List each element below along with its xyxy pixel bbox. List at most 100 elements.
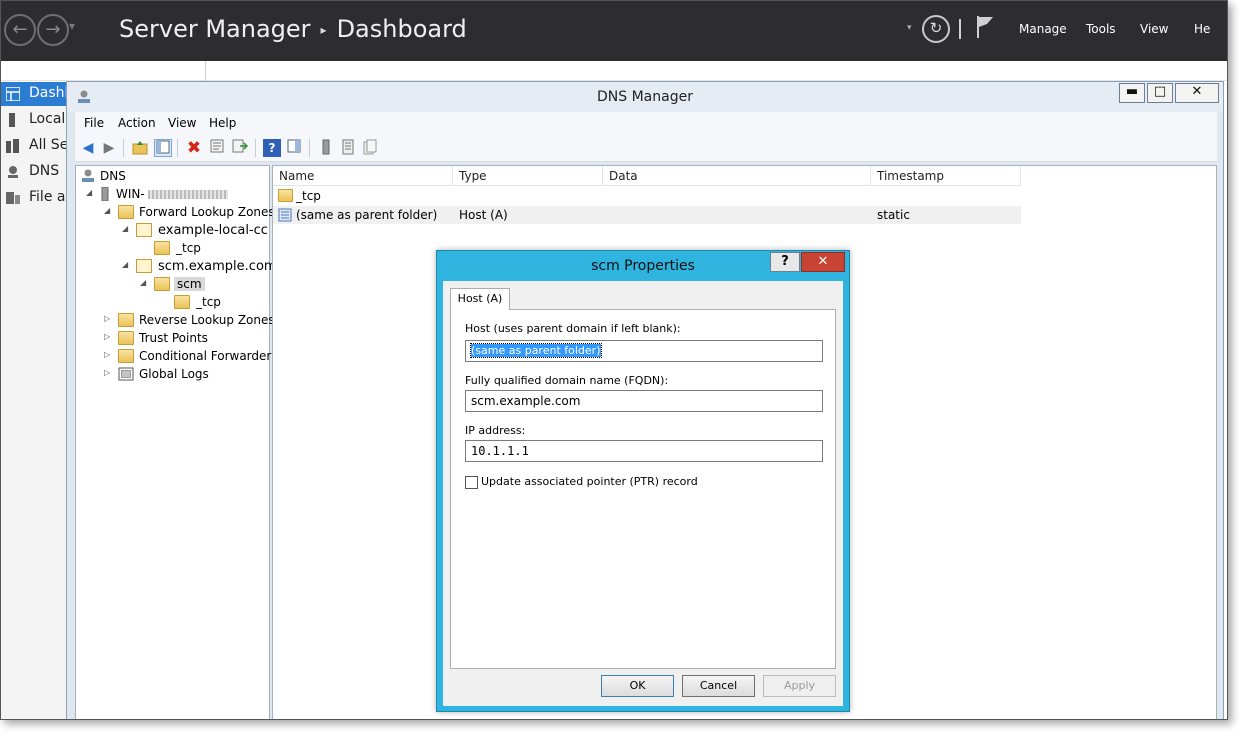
- export-list-icon[interactable]: [231, 139, 249, 157]
- dialog-close-button[interactable]: ✕: [801, 252, 845, 272]
- nav-item-file-storage[interactable]: File ar: [1, 186, 67, 210]
- menu-help[interactable]: Help: [209, 116, 236, 130]
- record-timestamp: static: [877, 208, 910, 222]
- tab-host-a[interactable]: Host (A): [450, 288, 510, 310]
- event-log-icon: [118, 367, 134, 381]
- nav-item-dns[interactable]: DNS: [1, 160, 67, 184]
- notifications-flag-icon[interactable]: [975, 15, 995, 39]
- copy-records-icon[interactable]: [361, 139, 379, 157]
- nav-item-dashboard[interactable]: Dashb: [1, 82, 67, 106]
- server-icon[interactable]: [317, 139, 335, 157]
- ip-label: IP address:: [465, 424, 526, 437]
- folder-icon: [174, 295, 190, 309]
- help-icon[interactable]: ?: [263, 139, 281, 157]
- record-list-icon[interactable]: [339, 139, 357, 157]
- properties-icon[interactable]: [208, 139, 226, 157]
- ip-address-input[interactable]: 10.1.1.1: [465, 440, 823, 462]
- tab-panel: Host (uses parent domain if left blank):…: [450, 309, 836, 669]
- tree-node-zone-scm[interactable]: ◢ scm.example.com: [122, 258, 277, 276]
- folder-icon: [118, 349, 134, 363]
- expanded-triangle-icon[interactable]: ◢: [122, 260, 132, 269]
- maximize-button[interactable]: □: [1147, 83, 1173, 103]
- back-icon[interactable]: ◀: [79, 139, 97, 157]
- refresh-icon[interactable]: ↻: [922, 15, 950, 43]
- apply-button[interactable]: Apply: [763, 675, 836, 697]
- collapsed-triangle-icon[interactable]: ▷: [104, 350, 114, 359]
- refresh-dropdown-icon[interactable]: ▾: [907, 23, 912, 33]
- nav-item-local-server[interactable]: Local: [1, 108, 67, 132]
- expanded-triangle-icon[interactable]: ◢: [86, 188, 96, 197]
- column-header-name[interactable]: Name: [273, 166, 453, 186]
- collapsed-triangle-icon[interactable]: ▷: [104, 314, 114, 323]
- tree-node-tcp-1[interactable]: _tcp: [154, 240, 264, 258]
- folder-icon: [118, 313, 134, 327]
- back-arrow-icon[interactable]: ←: [4, 14, 36, 46]
- tree-node-label: Global Logs: [139, 367, 209, 381]
- help-button[interactable]: ?: [770, 252, 800, 272]
- server-manager-subbar: [1, 61, 1227, 81]
- toolbar-separator: [309, 139, 310, 157]
- app-title: Server Manager: [119, 15, 311, 43]
- folder-icon: [278, 189, 293, 202]
- nav-item-all-servers[interactable]: All Se: [1, 134, 67, 158]
- menu-tools[interactable]: Tools: [1086, 22, 1116, 36]
- menu-view[interactable]: View: [168, 116, 196, 130]
- expanded-triangle-icon[interactable]: ◢: [140, 278, 150, 287]
- dns-title-bar[interactable]: DNS Manager ▬ □ ✕: [67, 82, 1223, 112]
- expanded-triangle-icon[interactable]: ◢: [104, 206, 114, 215]
- toolbar-separator: [177, 139, 178, 157]
- tree-node-trust-points[interactable]: ▷ Trust Points: [104, 330, 269, 348]
- menu-file[interactable]: File: [84, 116, 104, 130]
- tree-node-tcp-2[interactable]: _tcp: [174, 294, 264, 312]
- host-input[interactable]: (same as parent folder): [465, 340, 823, 362]
- collapsed-triangle-icon[interactable]: ▷: [104, 368, 114, 377]
- show-hide-tree-icon[interactable]: [154, 139, 172, 157]
- tree-node-label: scm.example.com: [158, 259, 277, 274]
- tree-node-global-logs[interactable]: ▷ Global Logs: [104, 366, 269, 384]
- tree-node-scm[interactable]: ◢ scm: [140, 276, 220, 294]
- menu-manage[interactable]: Manage: [1019, 22, 1067, 36]
- all-servers-icon: [6, 139, 19, 153]
- zone-file-icon: [136, 259, 152, 273]
- column-header-data[interactable]: Data: [603, 166, 871, 186]
- ptr-checkbox-label[interactable]: Update associated pointer (PTR) record: [481, 475, 698, 488]
- tree-node-dns[interactable]: DNS: [80, 168, 260, 186]
- action-pane-icon[interactable]: [285, 139, 303, 157]
- file-storage-icon: [6, 192, 20, 204]
- tree-node-conditional-forwarders[interactable]: ▷ Conditional Forwarders: [104, 348, 278, 366]
- dns-menu-bar: File Action View Help: [75, 112, 1217, 134]
- menu-action[interactable]: Action: [118, 116, 156, 130]
- host-record-icon: [278, 208, 292, 222]
- ptr-checkbox[interactable]: [465, 476, 478, 489]
- column-header-type[interactable]: Type: [453, 166, 603, 186]
- tree-node-server[interactable]: ◢ WIN-: [86, 186, 266, 204]
- nav-item-label: All Se: [29, 137, 67, 153]
- table-row[interactable]: _tcp: [273, 187, 1021, 205]
- menu-view[interactable]: View: [1140, 22, 1168, 36]
- toolbar-separator: [123, 139, 124, 157]
- nav-item-label: DNS: [29, 163, 60, 179]
- column-header-timestamp[interactable]: Timestamp: [871, 166, 1021, 186]
- expanded-triangle-icon[interactable]: ◢: [122, 224, 132, 233]
- forward-icon[interactable]: ▶: [100, 139, 118, 157]
- ok-button[interactable]: OK: [601, 675, 674, 697]
- tree-node-forward-lookup-zones[interactable]: ◢ Forward Lookup Zones: [104, 204, 275, 222]
- tree-node-label: example-local-cc: [158, 223, 268, 238]
- collapsed-triangle-icon[interactable]: ▷: [104, 332, 114, 341]
- host-label: Host (uses parent domain if left blank):: [465, 322, 681, 335]
- dns-window-title: DNS Manager: [597, 89, 693, 105]
- up-folder-icon[interactable]: [131, 139, 149, 157]
- tree-node-zone-example-local[interactable]: ◢ example-local-cc: [122, 222, 268, 240]
- cancel-button[interactable]: Cancel: [682, 675, 755, 697]
- close-button[interactable]: ✕: [1175, 83, 1219, 103]
- scm-properties-dialog: scm Properties ? ✕ Host (A) Host (uses p…: [436, 250, 850, 712]
- history-dropdown-icon[interactable]: ▾: [69, 19, 75, 33]
- tree-node-reverse-lookup-zones[interactable]: ▷ Reverse Lookup Zones: [104, 312, 275, 330]
- table-row[interactable]: (same as parent folder) Host (A) static: [273, 206, 1021, 224]
- delete-icon[interactable]: ✖: [185, 139, 203, 157]
- folder-icon: [154, 241, 170, 255]
- menu-help[interactable]: He: [1194, 22, 1210, 36]
- folder-icon: [154, 277, 170, 291]
- minimize-button[interactable]: ▬: [1119, 83, 1145, 103]
- forward-arrow-icon[interactable]: →: [37, 14, 69, 46]
